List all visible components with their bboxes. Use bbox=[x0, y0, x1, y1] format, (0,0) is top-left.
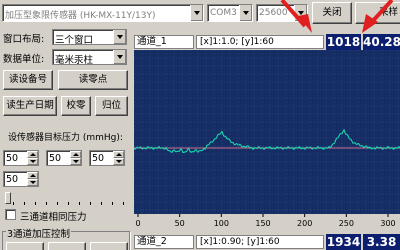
spin-down-icon[interactable] bbox=[27, 179, 38, 186]
read-prod-date-label: 读生产日期 bbox=[6, 100, 54, 111]
spin-down-icon[interactable] bbox=[113, 158, 124, 165]
x-tick-label: 0 bbox=[135, 219, 140, 228]
pressure-spinner-1[interactable]: 50 bbox=[3, 150, 39, 166]
target-pressure-label: 设传感器目标压力 (mmHg): bbox=[8, 133, 123, 143]
close-button[interactable]: 关闭 bbox=[312, 2, 352, 24]
read-zero-label: 读零点 bbox=[78, 74, 108, 85]
channel-2-name: 通道_2 bbox=[134, 235, 194, 249]
window-layout-label: 窗口布局: bbox=[3, 34, 45, 45]
same-pressure-checkbox[interactable] bbox=[5, 209, 16, 220]
close-button-label: 关闭 bbox=[322, 7, 342, 18]
channel-1-raw-value: 1018 bbox=[326, 34, 361, 50]
spin-down-icon[interactable] bbox=[70, 158, 81, 165]
reset-button[interactable]: 归位 bbox=[95, 96, 128, 116]
pressure-spinner-2-value: 50 bbox=[49, 153, 62, 164]
channel-1-header: 通道_1 [x]1:1.0; [y]1:60 1018 40.28 bbox=[134, 34, 400, 50]
read-device-no-label: 读设备号 bbox=[8, 74, 47, 85]
x-tick-label: 100 bbox=[214, 219, 229, 228]
slider-thumb[interactable] bbox=[5, 192, 11, 204]
channel-1-scale-info: [x]1:1.0; [y]1:60 bbox=[196, 35, 324, 49]
pressure-spinner-3-value: 50 bbox=[92, 153, 105, 164]
calibrate-zero-button[interactable]: 校零 bbox=[61, 96, 91, 116]
pressure-spinner-4-value: 50 bbox=[6, 174, 19, 185]
spin-up-icon[interactable] bbox=[113, 151, 124, 158]
spin-up-icon[interactable] bbox=[70, 151, 81, 158]
x-tick-label: 50 bbox=[175, 219, 185, 228]
channel-1-panel: 通道_1 [x]1:1.0; [y]1:60 1018 40.28 0 50 100… bbox=[134, 34, 400, 234]
x-tick-label: 300 bbox=[380, 219, 395, 228]
window-layout-select[interactable]: 三个窗口 bbox=[52, 29, 127, 46]
x-tick-label: 200 bbox=[297, 219, 312, 228]
pressure-spinner-3[interactable]: 50 bbox=[89, 150, 125, 166]
spin-up-icon[interactable] bbox=[27, 151, 38, 158]
channel-2-pressure-value: 3.38 bbox=[363, 234, 400, 250]
pressure-slider[interactable] bbox=[3, 192, 127, 206]
channel-1-name: 通道_1 bbox=[134, 35, 194, 49]
channel-2-scale-info: [x]1:0.90; [y]1:60 bbox=[196, 235, 324, 249]
group-button-3[interactable] bbox=[90, 242, 128, 250]
collect-button[interactable]: 采样 bbox=[355, 2, 400, 24]
calibrate-zero-label: 校零 bbox=[66, 100, 86, 111]
baud-select[interactable]: 25600 bbox=[256, 4, 308, 22]
read-prod-date-button[interactable]: 读生产日期 bbox=[3, 96, 57, 116]
collect-button-label: 采样 bbox=[378, 7, 398, 18]
chevron-down-icon[interactable] bbox=[190, 5, 203, 21]
chevron-down-icon[interactable] bbox=[113, 30, 126, 44]
slider-ticks bbox=[13, 202, 125, 205]
pressure-spinner-1-value: 50 bbox=[6, 153, 19, 164]
chevron-down-icon[interactable] bbox=[294, 5, 307, 21]
chevron-down-icon[interactable] bbox=[113, 50, 126, 64]
group-button-2[interactable] bbox=[48, 242, 86, 250]
pressure-spinner-2[interactable]: 50 bbox=[46, 150, 82, 166]
channel-1-pressure-value: 40.28 bbox=[363, 34, 400, 50]
baud-select-value: 25600 bbox=[259, 8, 288, 18]
spin-up-icon[interactable] bbox=[27, 172, 38, 179]
spin-down-icon[interactable] bbox=[27, 158, 38, 165]
pressure-spinner-4[interactable]: 50 bbox=[3, 171, 39, 187]
group-button-1[interactable] bbox=[6, 242, 44, 250]
x-tick-label: 150 bbox=[255, 219, 270, 228]
channel-1-chart: 0 50 100 150 200 250 300 bbox=[134, 50, 400, 228]
channel-1-plot: 0 50 100 150 200 250 300 bbox=[134, 50, 400, 228]
read-device-no-button[interactable]: 读设备号 bbox=[3, 70, 53, 90]
data-unit-value: 毫米汞柱 bbox=[55, 55, 94, 66]
data-unit-select[interactable]: 毫米汞柱 bbox=[52, 49, 127, 66]
data-unit-label: 数据单位: bbox=[3, 54, 45, 65]
channel-2-raw-value: 1934 bbox=[326, 234, 361, 250]
control-panel: 窗口布局: 三个窗口 数据单位: 毫米汞柱 读设备号 读零点 读生产日期 校零 … bbox=[0, 26, 132, 250]
device-select-value: 加压型象限传感器 (HK-MX-11Y/13Y) bbox=[5, 11, 156, 21]
channel-2-panel: 通道_2 [x]1:0.90; [y]1:60 1934 3.38 bbox=[134, 234, 400, 250]
chevron-down-icon[interactable] bbox=[239, 5, 252, 21]
read-zero-button[interactable]: 读零点 bbox=[58, 70, 128, 90]
pressure-control-group-label: 3通道加压控制 bbox=[6, 226, 72, 240]
same-pressure-label: 三通道相同压力 bbox=[20, 212, 87, 223]
port-select-value: COM3 bbox=[210, 8, 237, 18]
port-select[interactable]: COM3 bbox=[207, 4, 253, 22]
device-select[interactable]: 加压型象限传感器 (HK-MX-11Y/13Y) bbox=[2, 4, 204, 22]
x-tick-label: 250 bbox=[339, 219, 354, 228]
reset-label: 归位 bbox=[101, 100, 121, 111]
window-layout-value: 三个窗口 bbox=[55, 35, 94, 46]
top-toolbar: 加压型象限传感器 (HK-MX-11Y/13Y) COM3 25600 关闭 采… bbox=[0, 0, 400, 33]
channel-2-header: 通道_2 [x]1:0.90; [y]1:60 1934 3.38 bbox=[134, 234, 400, 250]
